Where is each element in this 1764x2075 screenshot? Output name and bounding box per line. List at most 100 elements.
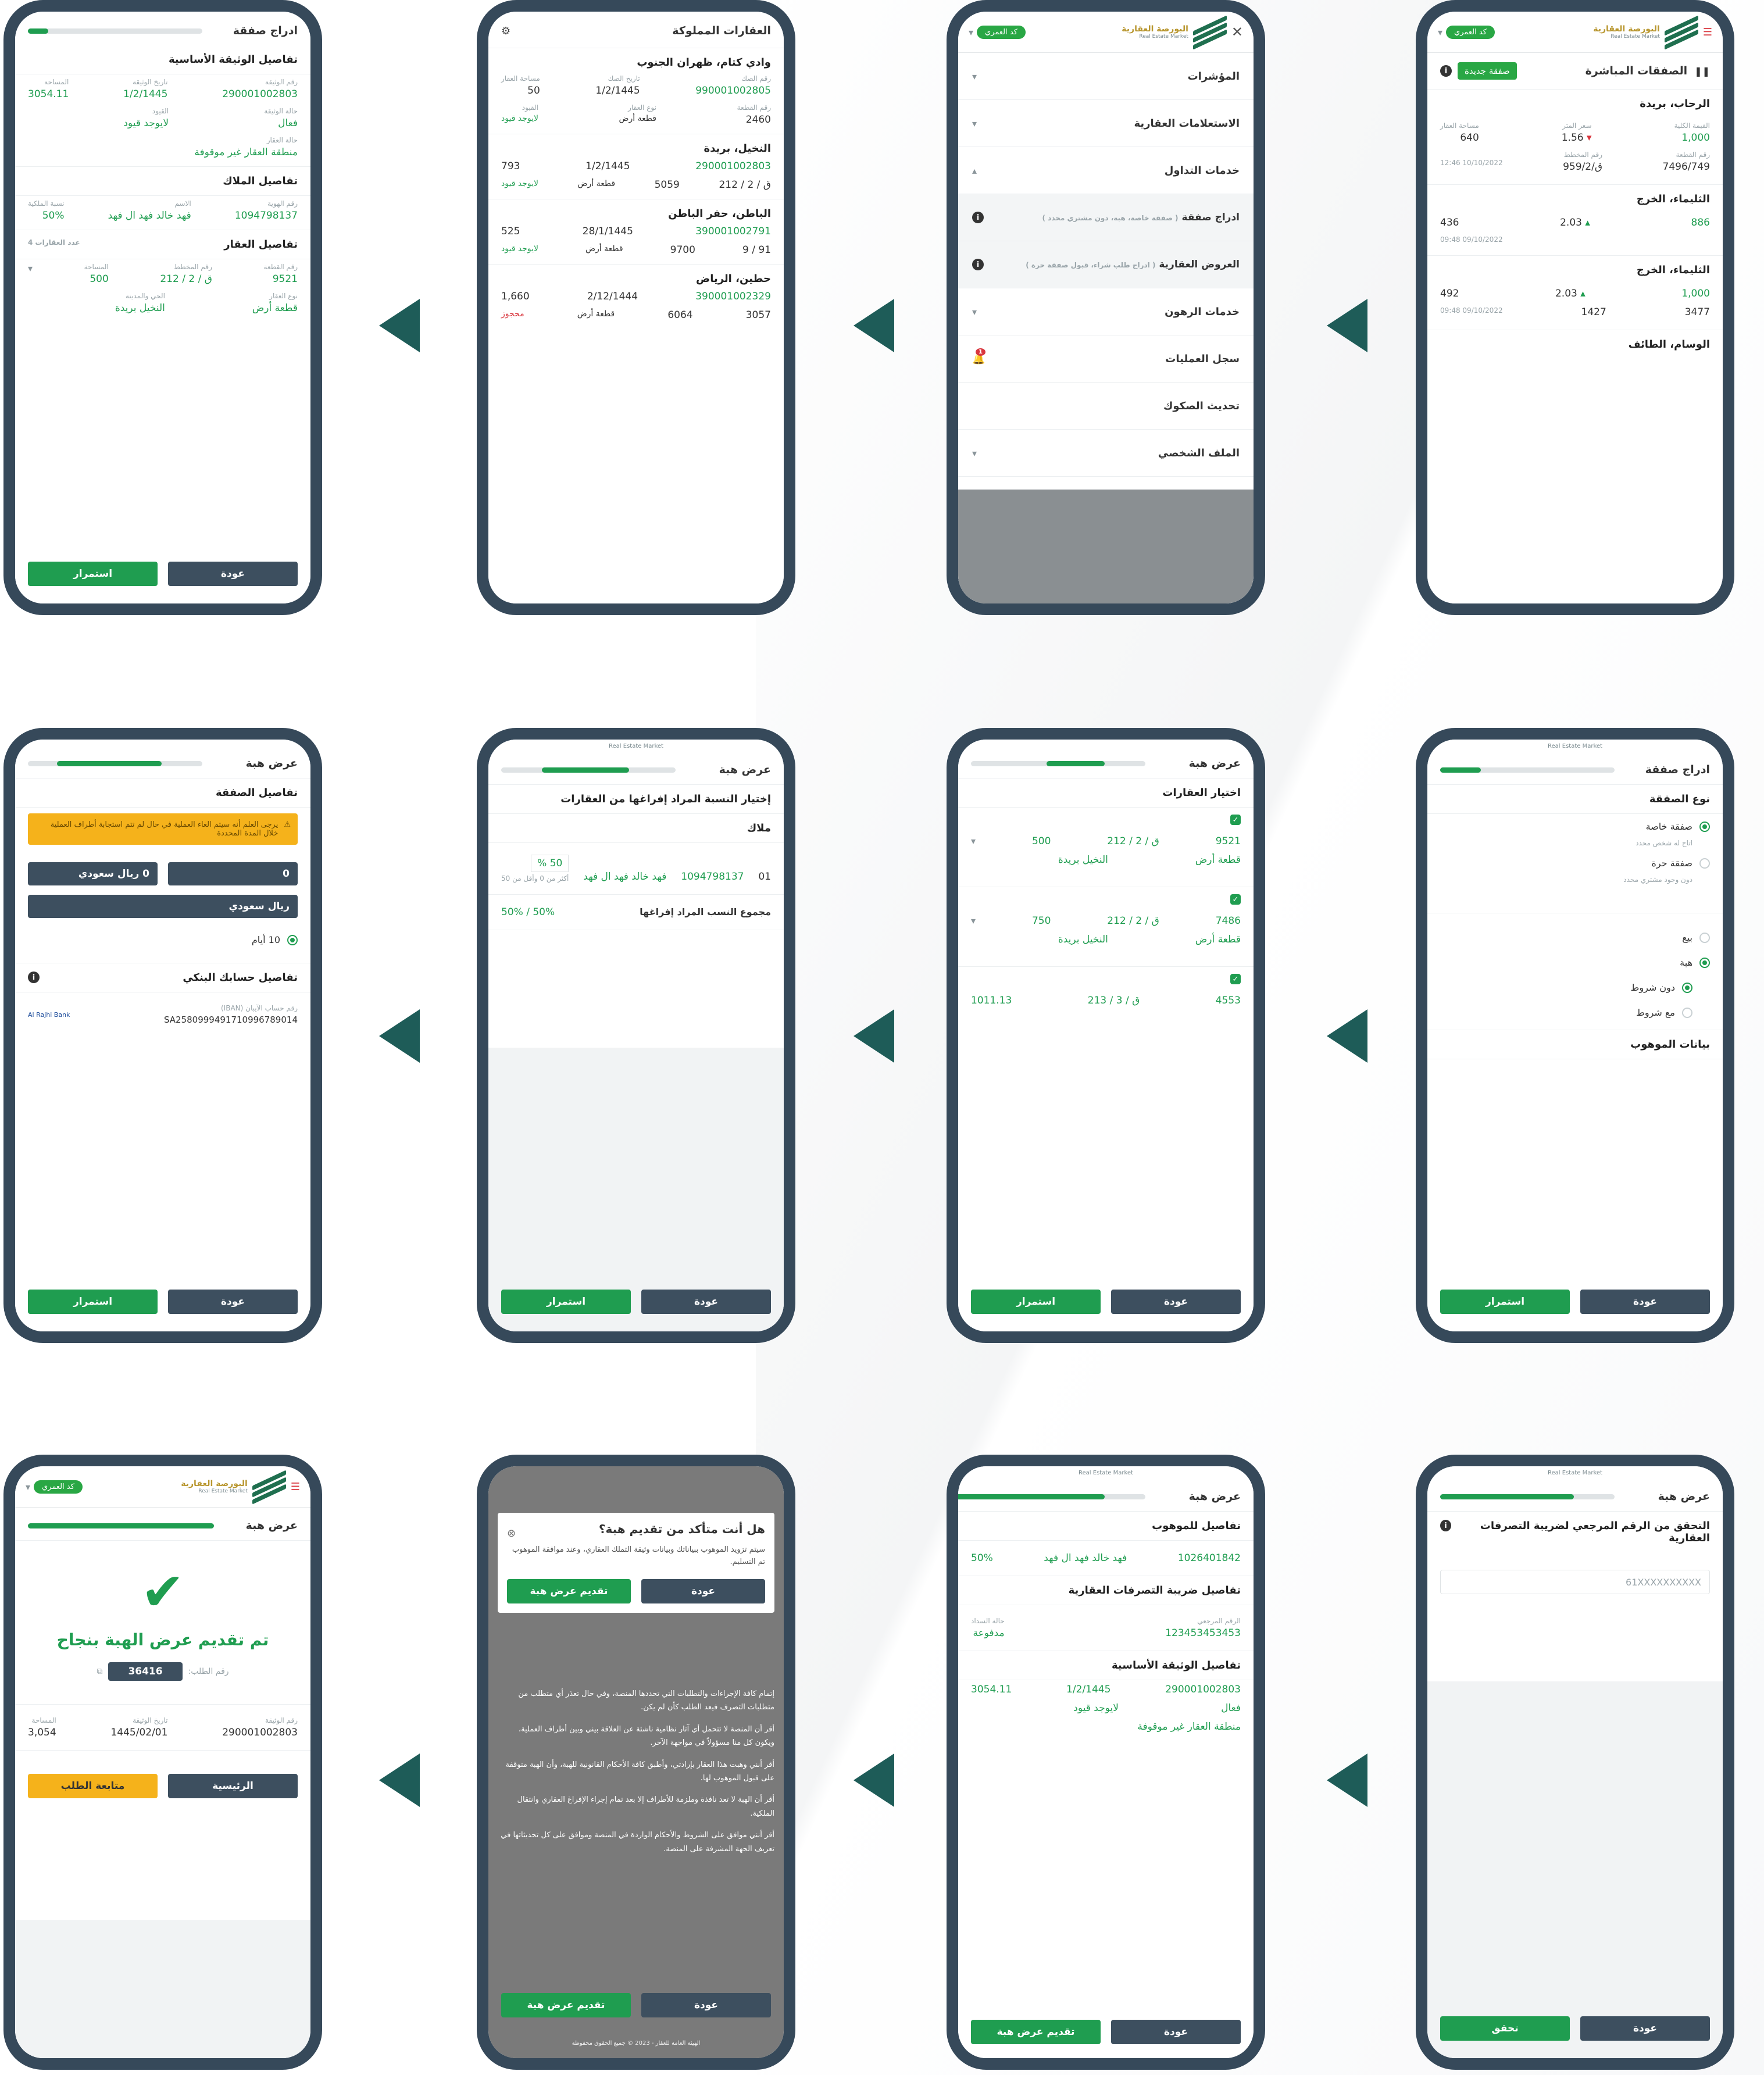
copy-icon[interactable]: ⧉	[97, 1667, 102, 1676]
track-request-button[interactable]: متابعة الطلب	[28, 1774, 158, 1798]
continue-button[interactable]: استمرار	[971, 1290, 1101, 1314]
phone-choose-properties: عرض هبة اختيار العقارات ✓ 9521 ق / 2 / 21…	[947, 728, 1265, 1343]
verify-button[interactable]: تحقق	[1440, 2016, 1570, 2041]
chevron-down-icon[interactable]: ▾	[969, 27, 973, 38]
user-pill[interactable]: كد العمري	[34, 1480, 83, 1494]
chevron-down-icon[interactable]: ▾	[971, 835, 976, 847]
terms-list: إتمام كافة الإجراءات والتطلبات التي تحدد…	[501, 1690, 774, 1853]
option-with-conditions[interactable]: مع شروط	[1427, 1000, 1723, 1030]
option-private-deal[interactable]: صفقة خاصة	[1427, 814, 1723, 839]
chevron-down-icon[interactable]: ▾	[28, 263, 33, 285]
checkbox-checked-icon[interactable]: ✓	[1230, 974, 1241, 984]
property-card[interactable]: النخيل، بريدة 290001002803 1/2/1445 793 ق …	[488, 134, 784, 199]
continue-button[interactable]: استمرار	[28, 562, 158, 586]
checkbox-checked-icon[interactable]: ✓	[1230, 894, 1241, 905]
currency-select[interactable]: ريال سعودي	[28, 895, 298, 918]
menu-icon[interactable]: ☰	[291, 1481, 300, 1493]
chevron-up-icon: ▴	[972, 165, 977, 176]
info-icon[interactable]: i	[28, 972, 40, 983]
home-button[interactable]: الرئيسية	[168, 1774, 298, 1798]
tax-reference-input[interactable]: 61XXXXXXXXXX	[1440, 1570, 1710, 1594]
back-button[interactable]: عودة	[641, 1578, 765, 1603]
chevron-down-icon[interactable]: ▾	[971, 915, 976, 927]
option-sale[interactable]: بيع	[1427, 925, 1723, 950]
phone-list-deal-details: ادراج صفقة تفاصيل الوثيقة الأساسية رقم ا…	[3, 0, 322, 615]
brand-logo: ☰ البورصة العقارية Real Estate Market	[181, 1470, 300, 1505]
menu-item-inquiries[interactable]: الاستعلامات العقارية ▾	[958, 100, 1254, 147]
confirm-submit-button[interactable]: تقديم عرض هبة	[507, 1578, 631, 1603]
doc-section-title: تفاصيل الوثيقة الأساسية	[15, 45, 310, 74]
menu-item-list-deal[interactable]: ادراج صفقة ( صفقة خاصة، هبة، دون مشتري م…	[958, 194, 1254, 241]
property-option[interactable]: ✓ 7486 ق / 2 / 212 750 ▾ قطعة أرض النخيل بري…	[958, 887, 1254, 967]
chevron-down-icon: ▾	[972, 70, 977, 82]
user-pill[interactable]: كد العمري	[1446, 25, 1495, 39]
phone-deal-type: Real Estate Market ادراج صفقة نوع الصفقة…	[1416, 728, 1734, 1343]
property-card[interactable]: الباطن، حفر الباطن 390001002791 28/1/1445…	[488, 199, 784, 265]
progress-bar	[971, 760, 1145, 766]
menu-backdrop[interactable]	[958, 490, 1254, 603]
new-deal-button[interactable]: صفقة جديدة	[1458, 62, 1517, 80]
info-icon[interactable]: i	[1440, 1520, 1451, 1531]
continue-button[interactable]: استمرار	[501, 1290, 631, 1314]
chevron-down-icon[interactable]: ▾	[1438, 27, 1442, 38]
phone-tax-reference: Real Estate Market عرض هبة التحقق من الر…	[1416, 1455, 1734, 2070]
option-gift[interactable]: هبة	[1427, 950, 1723, 975]
property-card[interactable]: حطين، الرياض 390001002329 2/12/1444 1,660 …	[488, 265, 784, 324]
property-option[interactable]: ✓ 4553 ق / 3 / 213 1011.13	[958, 967, 1254, 1010]
option-no-conditions[interactable]: دون شروط	[1427, 975, 1723, 1000]
duration-option[interactable]: 10 أيام	[15, 927, 310, 963]
menu-item-offers[interactable]: العروض العقارية ( ادراج طلب شراء، قبول ص…	[958, 241, 1254, 288]
back-button[interactable]: عودة	[1111, 2020, 1241, 2044]
chevron-down-icon[interactable]: ▾	[26, 1481, 30, 1492]
percentage-input[interactable]: 50 %	[531, 855, 569, 872]
filter-icon[interactable]: ⚙	[501, 25, 510, 37]
user-pill[interactable]: كد العمري	[977, 25, 1026, 39]
checkbox-checked-icon[interactable]: ✓	[1230, 815, 1241, 825]
info-icon[interactable]: i	[972, 212, 984, 223]
chevron-down-icon: ▾	[972, 117, 977, 129]
page-title: عرض هبة	[1658, 1490, 1710, 1503]
deal-card[interactable]: الثليماء، الخرج 886 ▴ 2.03 436 09/10/202…	[1427, 185, 1723, 256]
back-button[interactable]: عودة	[641, 1993, 771, 2017]
flow-arrow-icon	[379, 1009, 420, 1063]
page-title: عرض هبة	[1188, 757, 1241, 770]
menu-item-trading[interactable]: خدمات التداول ▴	[958, 147, 1254, 194]
flow-arrow-icon	[1327, 1009, 1367, 1063]
menu-item-profile[interactable]: الملف الشخصي ▾	[958, 430, 1254, 477]
menu-item-deeds[interactable]: تحديث الصكوك	[958, 383, 1254, 430]
deal-card[interactable]: الثليماء، الخرج 1,000 ▴ 2.03 492 3477 14…	[1427, 256, 1723, 330]
progress-bar	[501, 767, 676, 773]
phone-select-percentage: Real Estate Market عرض هبة إختيار النسبة…	[477, 728, 795, 1343]
back-button[interactable]: عودة	[168, 1290, 298, 1314]
info-icon[interactable]: i	[972, 259, 984, 270]
info-icon[interactable]: i	[1440, 65, 1452, 77]
back-button[interactable]: عودة	[168, 562, 298, 586]
option-free-deal[interactable]: صفقة حرة	[1427, 851, 1723, 876]
progress-bar	[958, 1494, 1145, 1499]
back-button[interactable]: عودة	[1111, 1290, 1241, 1314]
close-icon[interactable]: ⊗	[507, 1527, 516, 1540]
menu-item-history[interactable]: سجل العمليات 🔔 1	[958, 335, 1254, 383]
phone-gift-summary: Real Estate Market عرض هبة تفاصيل للموهو…	[947, 1455, 1265, 2070]
menu-icon[interactable]: ☰	[1703, 26, 1712, 38]
back-button[interactable]: عودة	[1580, 2016, 1710, 2041]
amount-currency-input[interactable]: 0 ريال سعودي	[28, 862, 158, 885]
page-title: ادراج صفقة	[233, 24, 298, 37]
flow-arrow-icon	[1327, 1753, 1367, 1807]
submit-gift-button[interactable]: تقديم عرض هبة	[501, 1993, 631, 2017]
pause-icon[interactable]: ❚❚	[1694, 66, 1710, 77]
back-button[interactable]: عودة	[641, 1290, 771, 1314]
deal-card-city[interactable]: الوسام، الطائف	[1427, 330, 1723, 359]
menu-item-mortgage[interactable]: خدمات الرهون ▾	[958, 288, 1254, 335]
progress-bar	[28, 760, 202, 766]
amount-input[interactable]: 0	[168, 862, 298, 885]
continue-button[interactable]: استمرار	[1440, 1290, 1570, 1314]
property-card[interactable]: وادي كتام، ظهران الجنوب رقم الصك 99000100…	[488, 48, 784, 134]
back-button[interactable]: عودة	[1580, 1290, 1710, 1314]
close-icon[interactable]: ✕	[1231, 24, 1243, 40]
menu-item-indicators[interactable]: المؤشرات ▾	[958, 53, 1254, 100]
submit-gift-button[interactable]: تقديم عرض هبة	[971, 2020, 1101, 2044]
property-option[interactable]: ✓ 9521 ق / 2 / 212 500 ▾ قطعة أرض النخيل بري…	[958, 808, 1254, 887]
continue-button[interactable]: استمرار	[28, 1290, 158, 1314]
deal-card[interactable]: الرحاب، بريدة القيمة الكلية 1,000 سعر الم…	[1427, 90, 1723, 185]
